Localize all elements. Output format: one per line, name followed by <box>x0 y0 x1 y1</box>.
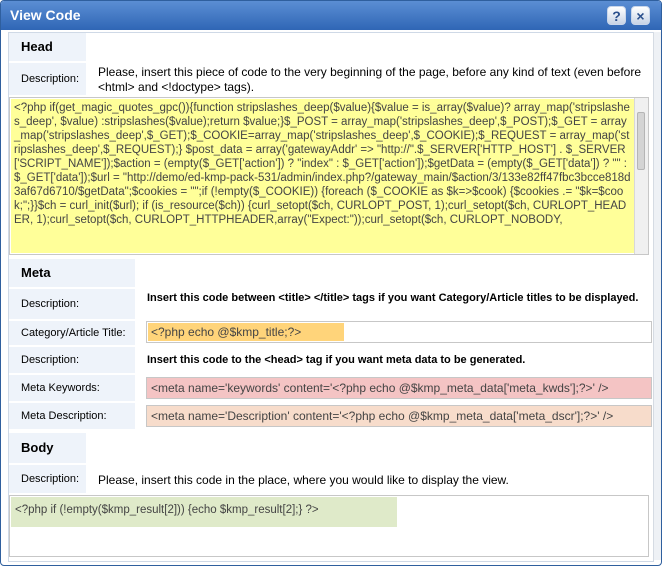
meta-description-text: Insert this code between <title> </title… <box>147 292 639 304</box>
body-description-text: Please, insert this code in the place, w… <box>98 473 509 487</box>
keywords-label: Meta Keywords: <box>9 375 135 401</box>
keywords-code-field[interactable]: <meta name='keywords' content='<?php ech… <box>146 377 652 399</box>
close-icon[interactable]: × <box>631 6 650 25</box>
head-description-label: Description: <box>9 63 86 95</box>
head-description-text: Please, insert this piece of code to the… <box>98 65 642 94</box>
title-code-text: <?php echo @$kmp_title;?> <box>151 325 302 339</box>
head-code-text: <?php if(get_magic_quotes_gpc()){functio… <box>11 99 634 253</box>
title-label: Category/Article Title: <box>9 321 135 345</box>
head-section-heading: Head <box>9 33 86 61</box>
meta-description-label-2: Description: <box>9 347 135 373</box>
body-code-text: <?php if (!empty($kmp_result[2])) {echo … <box>11 497 397 527</box>
head-code-scroll-thumb[interactable] <box>637 112 645 170</box>
meta-section-heading: Meta <box>9 259 135 287</box>
metadesc-code-field[interactable]: <meta name='Description' content='<?php … <box>146 405 652 427</box>
meta-description-text-2: Insert this code to the <head> tag if yo… <box>147 354 526 366</box>
body-description-label: Description: <box>9 465 86 493</box>
view-code-dialog: View Code ? × Head Description: Please, … <box>0 0 662 566</box>
body-code-textarea[interactable]: <?php if (!empty($kmp_result[2])) {echo … <box>9 495 649 557</box>
head-code-textarea[interactable]: <?php if(get_magic_quotes_gpc()){functio… <box>9 97 649 255</box>
dialog-title: View Code <box>10 7 81 23</box>
help-icon[interactable]: ? <box>607 6 626 25</box>
content-scrollbar[interactable] <box>653 32 661 560</box>
title-code-field[interactable]: <?php echo @$kmp_title;?> <box>146 321 652 343</box>
head-code-scrollbar[interactable] <box>634 98 648 254</box>
meta-description-label: Description: <box>9 289 135 319</box>
body-section-heading: Body <box>9 433 86 463</box>
title-bar[interactable]: View Code ? × <box>1 1 661 30</box>
metadesc-label: Meta Description: <box>9 403 135 429</box>
